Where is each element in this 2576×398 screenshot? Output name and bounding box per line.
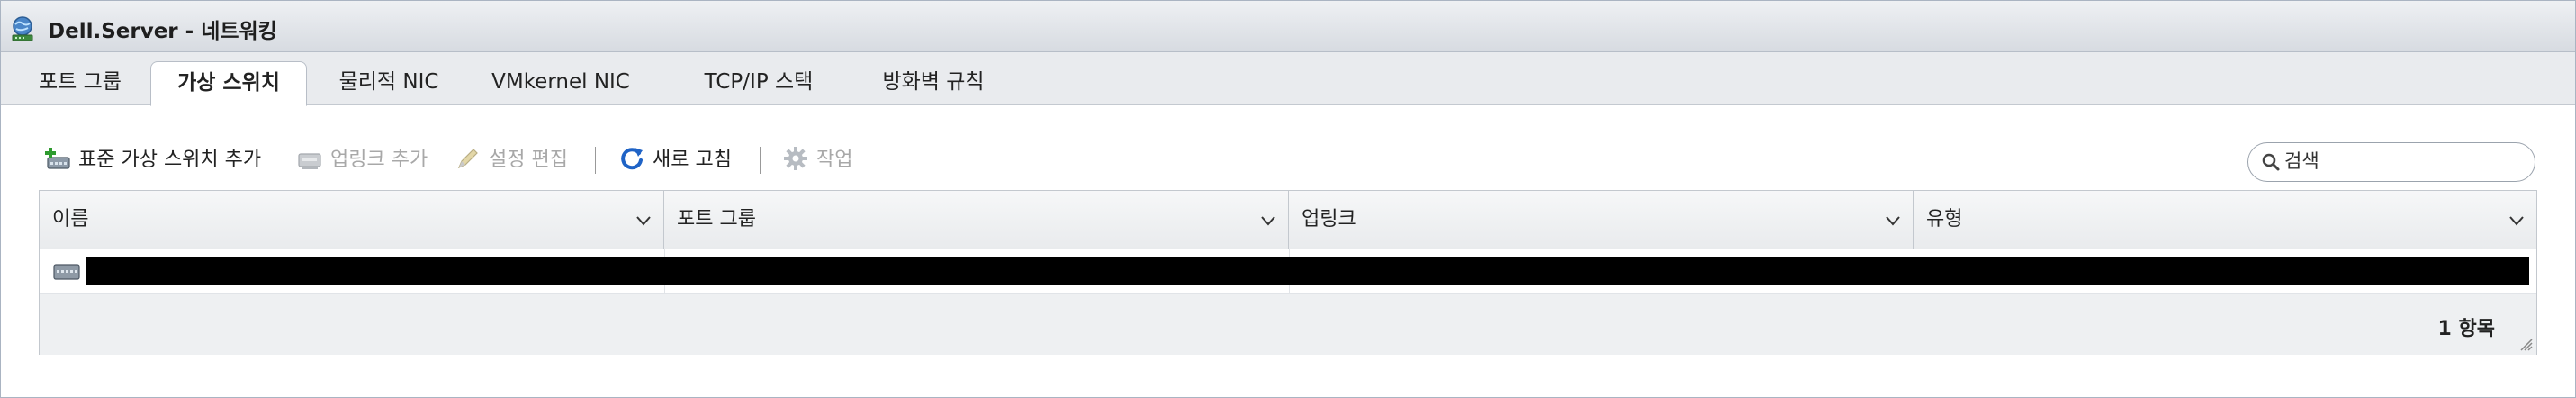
resize-grip-icon[interactable] — [2520, 339, 2533, 351]
grid-footer: 1 항목 — [40, 294, 2536, 355]
add-switch-icon — [45, 148, 70, 169]
column-header-uplinks-label: 업링크 — [1302, 208, 1356, 231]
search-input[interactable] — [2284, 147, 2518, 176]
item-count: 1 항목 — [2437, 318, 2495, 340]
column-header-type[interactable]: 유형 — [1914, 191, 2536, 249]
gear-icon — [784, 147, 807, 170]
add-uplink-label: 업링크 추가 — [330, 149, 428, 171]
column-header-type-label: 유형 — [1926, 208, 1963, 231]
pencil-icon — [457, 149, 478, 169]
virtual-switch-grid: 이름 포트 그룹 업링크 유형 1 항목 — [39, 190, 2537, 355]
tab-firewall-rules[interactable]: 방화벽 규칙 — [858, 61, 1009, 104]
tab-vmkernel-nics[interactable]: VMkernel NIC — [482, 61, 640, 104]
search-box — [2247, 142, 2535, 182]
tab-port-groups[interactable]: 포트 그룹 — [21, 61, 140, 104]
edit-settings-button[interactable]: 설정 편집 — [455, 145, 568, 176]
search-icon — [2262, 153, 2280, 171]
chevron-down-icon[interactable] — [1884, 212, 1902, 230]
add-uplink-icon — [298, 153, 321, 169]
networking-window: Dell.Server - 네트워킹 포트 그룹 가상 스위치 물리적 NIC … — [0, 0, 2576, 398]
refresh-icon — [621, 148, 643, 170]
tab-virtual-switches[interactable]: 가상 스위치 — [150, 61, 307, 106]
globe-network-icon — [12, 16, 33, 41]
chevron-down-icon[interactable] — [1259, 212, 1277, 230]
redacted-row-content — [86, 257, 2529, 285]
grid-header: 이름 포트 그룹 업링크 유형 — [40, 191, 2536, 249]
edit-settings-label: 설정 편집 — [489, 149, 568, 171]
tab-bar: 포트 그룹 가상 스위치 물리적 NIC VMkernel NIC TCP/IP… — [1, 52, 2575, 106]
column-header-name[interactable]: 이름 — [40, 191, 664, 249]
virtual-switch-icon — [53, 264, 80, 280]
tab-physical-nics[interactable]: 물리적 NIC — [323, 61, 455, 104]
window-title: Dell.Server - 네트워킹 — [48, 20, 277, 43]
table-row[interactable] — [40, 249, 2536, 294]
tab-tcpip-stacks[interactable]: TCP/IP 스택 — [678, 61, 840, 104]
add-standard-switch-button[interactable]: 표준 가상 스위치 추가 — [44, 145, 261, 176]
chevron-down-icon[interactable] — [635, 212, 653, 230]
actions-button[interactable]: 작업 — [782, 145, 852, 176]
toolbar-separator — [595, 147, 596, 174]
toolbar-separator — [760, 147, 761, 174]
column-header-name-label: 이름 — [52, 208, 89, 231]
refresh-button[interactable]: 새로 고침 — [618, 145, 732, 176]
title-bar: Dell.Server - 네트워킹 — [1, 1, 2575, 52]
column-header-port-groups[interactable]: 포트 그룹 — [664, 191, 1289, 249]
column-header-port-groups-label: 포트 그룹 — [677, 208, 756, 231]
add-standard-switch-label: 표준 가상 스위치 추가 — [78, 149, 262, 171]
chevron-down-icon[interactable] — [2508, 212, 2526, 230]
actions-label: 작업 — [816, 149, 853, 171]
column-header-uplinks[interactable]: 업링크 — [1289, 191, 1914, 249]
add-uplink-button[interactable]: 업링크 추가 — [296, 145, 428, 176]
refresh-label: 새로 고침 — [653, 149, 732, 171]
